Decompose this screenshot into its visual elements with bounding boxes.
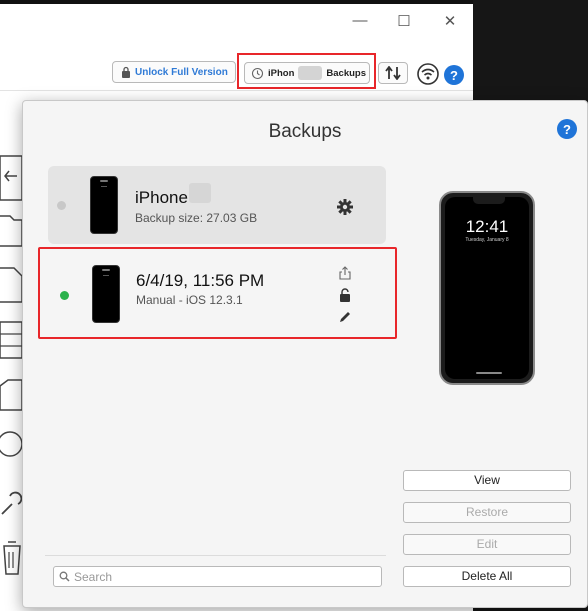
backup-size: Backup size: 27.03 GB (135, 211, 258, 225)
restore-button[interactable]: Restore (403, 502, 571, 523)
unlock-label: Unlock Full Version (135, 66, 228, 78)
sidebar-icons (0, 155, 23, 575)
phone-preview: 12:41 Tuesday, January 8 (439, 191, 535, 385)
edit-button[interactable]: Edit (403, 534, 571, 555)
lock-icon (122, 66, 130, 78)
list-divider (45, 555, 386, 556)
phone-home-indicator (476, 372, 502, 374)
highlight-box-toolbar (237, 53, 376, 89)
status-dot (57, 201, 66, 210)
phone-time: 12:41 (465, 217, 509, 236)
unlock-full-version-button[interactable]: Unlock Full Version (112, 61, 236, 83)
minimize-button[interactable]: — (350, 12, 370, 29)
phone-screen: 12:41 Tuesday, January 8 (445, 197, 529, 379)
edit-pencil-icon[interactable] (338, 310, 352, 324)
phone-date: Tuesday, January 8 (465, 237, 509, 243)
search-input[interactable] (74, 569, 354, 584)
phone-notch (473, 197, 505, 204)
help-icon[interactable]: ? (444, 65, 464, 85)
popup-help-icon[interactable]: ? (557, 119, 577, 139)
unlock-icon[interactable] (338, 288, 352, 302)
close-button[interactable]: ✕ (440, 12, 460, 30)
export-icon[interactable] (338, 266, 352, 280)
gear-icon[interactable] (336, 198, 354, 216)
redacted-name (189, 183, 211, 203)
transfer-arrows-icon (385, 66, 401, 80)
transfer-button[interactable] (378, 62, 408, 84)
popup-title: Backups (268, 121, 342, 142)
toolbar-divider (0, 90, 473, 91)
backups-popup: Backups ? iPhone Backup size: 27.03 GB 6… (22, 100, 588, 608)
wifi-sync-icon[interactable] (417, 63, 439, 85)
search-field[interactable] (53, 566, 382, 587)
backup-title: iPhone (135, 188, 188, 207)
search-icon (59, 571, 70, 582)
maximize-button[interactable]: ☐ (394, 12, 414, 30)
view-button[interactable]: View (403, 470, 571, 491)
delete-all-button[interactable]: Delete All (403, 566, 571, 587)
device-thumbnail (90, 176, 118, 234)
